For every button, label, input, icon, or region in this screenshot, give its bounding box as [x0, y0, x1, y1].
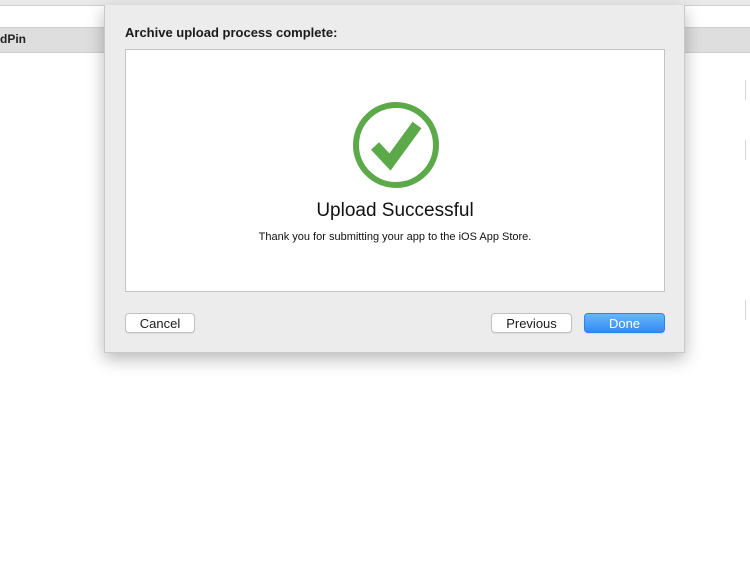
upload-complete-sheet: Archive upload process complete: Upload …: [104, 5, 685, 353]
background-header-label: dPin: [0, 32, 26, 46]
sheet-title: Archive upload process complete:: [125, 25, 338, 40]
upload-status-message: Thank you for submitting your app to the…: [258, 231, 532, 243]
background-divider: [745, 300, 746, 320]
checkmark-circle-icon: [353, 102, 439, 188]
background-divider: [745, 80, 746, 100]
cancel-button[interactable]: Cancel: [125, 313, 195, 333]
background-divider: [745, 140, 746, 160]
status-panel: Upload Successful Thank you for submitti…: [125, 49, 665, 292]
previous-button[interactable]: Previous: [491, 313, 572, 333]
done-button[interactable]: Done: [584, 313, 665, 333]
upload-status-title: Upload Successful: [316, 200, 474, 221]
